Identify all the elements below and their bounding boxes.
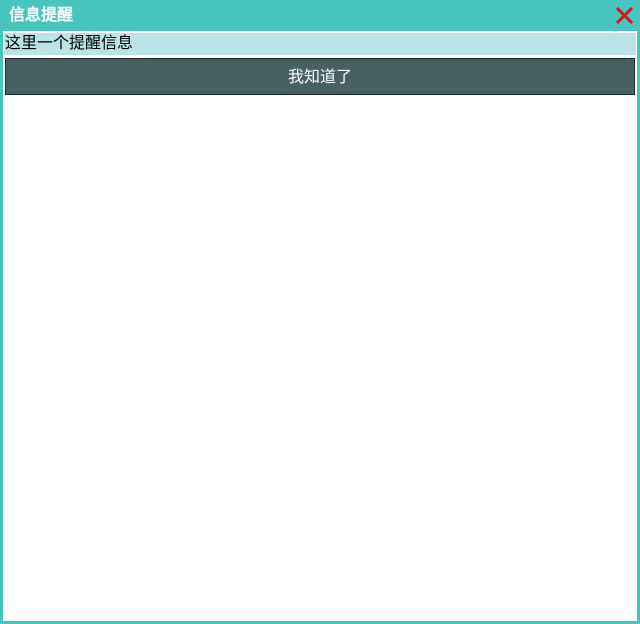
close-button[interactable] bbox=[615, 3, 637, 27]
acknowledge-button[interactable]: 我知道了 bbox=[5, 58, 635, 95]
dialog-title: 信息提醒 bbox=[9, 5, 74, 24]
dialog-title-bar: 信息提醒 bbox=[3, 0, 637, 31]
alert-message: 这里一个提醒信息 bbox=[4, 33, 636, 55]
alert-dialog: 信息提醒 这里一个提醒信息 我知道了 bbox=[0, 0, 640, 624]
close-x-icon bbox=[615, 6, 634, 25]
